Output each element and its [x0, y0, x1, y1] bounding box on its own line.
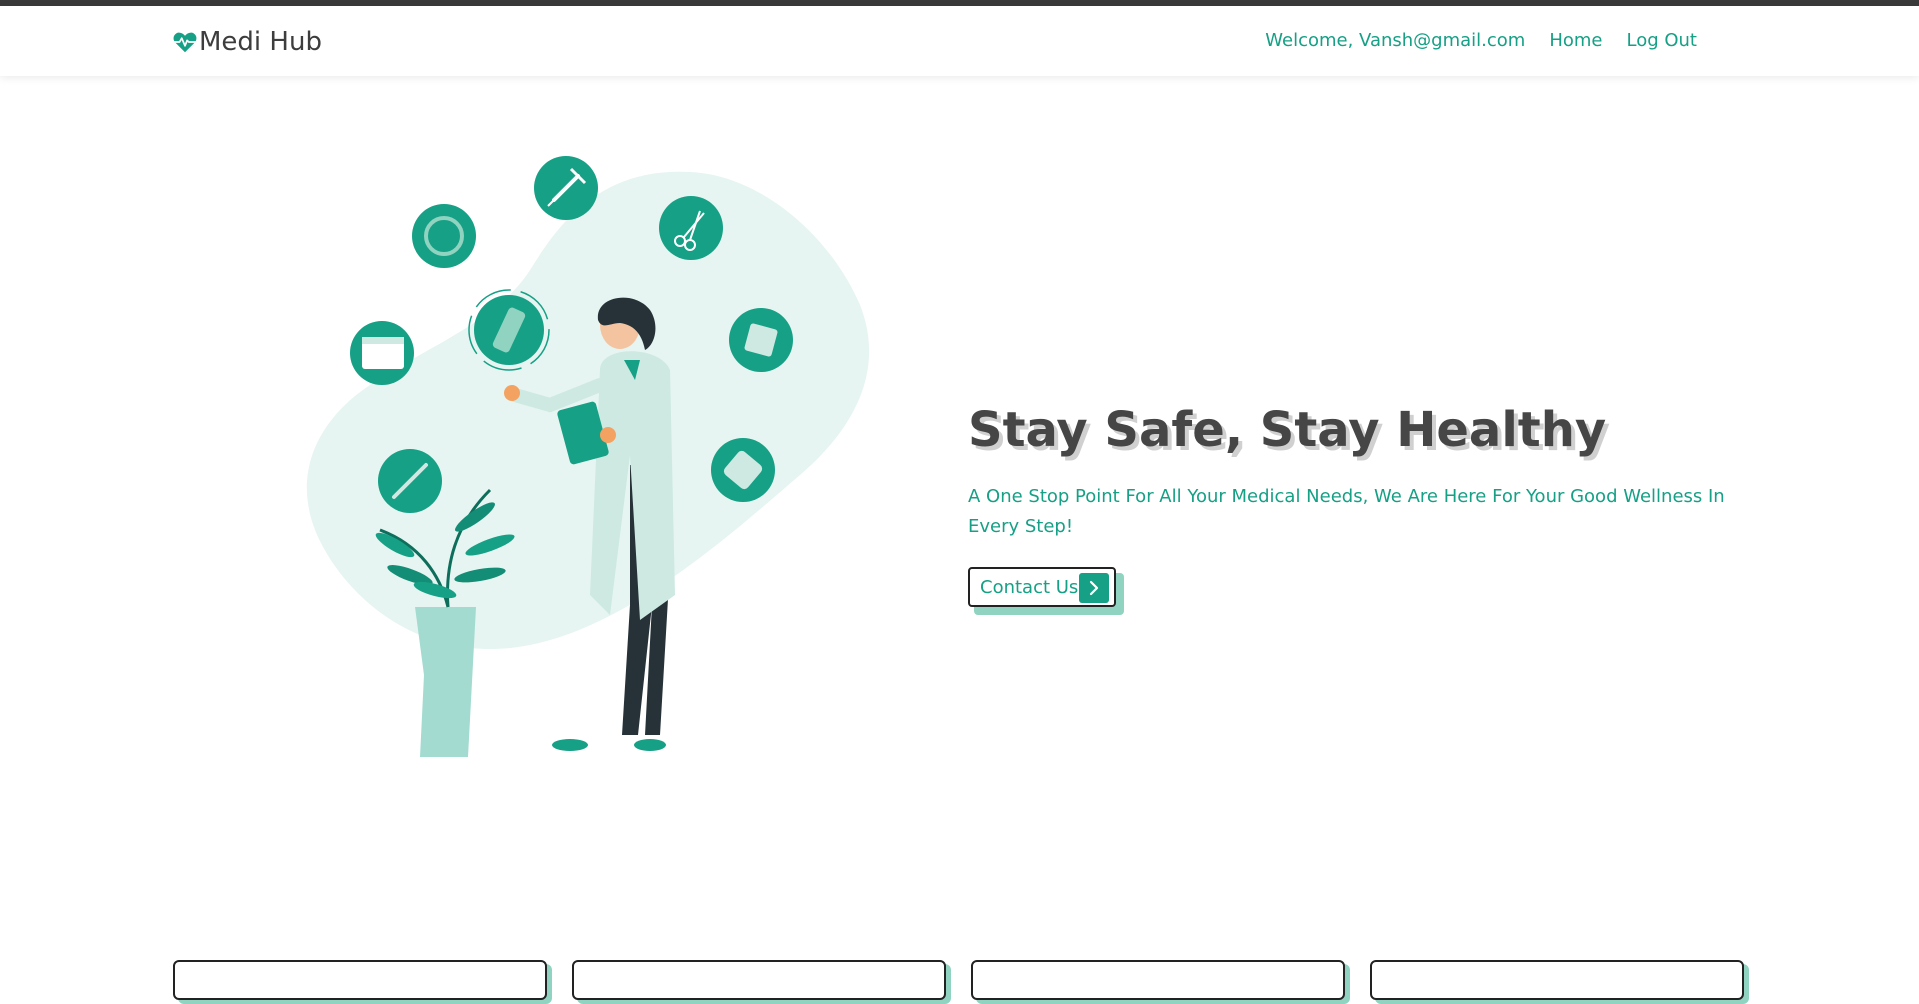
hero-subtitle: A One Stop Point For All Your Medical Ne…	[968, 486, 1725, 537]
thermometer-circle-icon	[378, 449, 442, 513]
pills-circle-icon	[711, 438, 775, 502]
chevron-right-icon	[1079, 573, 1109, 603]
scissors-circle-icon	[659, 196, 723, 260]
tablet-circle-icon	[729, 308, 793, 372]
heart-pulse-icon	[173, 32, 197, 53]
navbar: Medi Hub Welcome, Vansh@gmail.com Home L…	[0, 6, 1919, 76]
ring-circle-icon	[412, 204, 476, 268]
hero-title: Stay Safe, Stay Healthy	[968, 402, 1607, 458]
contact-us-label: Contact Us	[980, 576, 1079, 598]
service-card[interactable]	[1370, 960, 1744, 1000]
nav-links: Welcome, Vansh@gmail.com Home Log Out	[1265, 30, 1697, 52]
service-card[interactable]	[971, 960, 1345, 1000]
hero-section: Stay Safe, Stay Healthy A One Stop Point…	[968, 400, 1748, 615]
syringe-circle-icon	[534, 156, 598, 220]
nav-home-link[interactable]: Home	[1549, 30, 1602, 52]
nav-welcome-link[interactable]: Welcome, Vansh@gmail.com	[1265, 30, 1525, 52]
brand-logo[interactable]: Medi Hub	[172, 27, 322, 57]
doctor-illustration	[306, 156, 870, 757]
service-card[interactable]	[572, 960, 946, 1000]
calendar-circle-icon	[350, 321, 414, 385]
nav-logout-link[interactable]: Log Out	[1626, 30, 1697, 52]
contact-us-button[interactable]: Contact Us	[968, 567, 1116, 607]
service-card[interactable]	[173, 960, 547, 1000]
brand-name: Medi Hub	[199, 27, 322, 57]
contact-button-wrapper: Contact Us	[968, 567, 1124, 615]
